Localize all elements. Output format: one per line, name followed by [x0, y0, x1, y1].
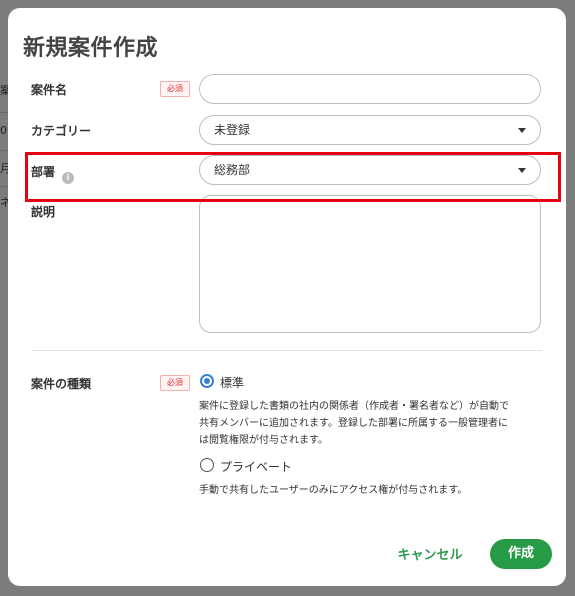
caret-down-icon — [518, 128, 526, 133]
radio-standard-label[interactable]: 標準 — [220, 374, 244, 391]
standard-description-line: 共有メンバーに追加されます。登録した部署に所属する一般管理者に — [199, 418, 508, 429]
section-divider — [31, 350, 542, 351]
radio-private[interactable] — [200, 458, 214, 472]
case-type-label: 案件の種類 — [31, 377, 92, 391]
cancel-button[interactable]: キャンセル — [390, 542, 470, 570]
category-label: カテゴリー — [31, 124, 92, 138]
dialog-title: 新規案件作成 — [23, 36, 159, 61]
background-text-fragment: ネ — [0, 196, 8, 209]
create-case-dialog: 新規案件作成 案件名 必須 カテゴリー 未登録 部署 i 総務部 説明 案件の種… — [8, 8, 566, 586]
description-textarea[interactable] — [199, 195, 541, 333]
radio-private-label[interactable]: プライベート — [220, 458, 292, 475]
radio-standard[interactable] — [200, 374, 214, 388]
create-button[interactable]: 作成 — [490, 539, 552, 569]
private-description-line: 手動で共有したユーザーのみにアクセス権が付与されます。 — [199, 485, 468, 496]
category-selected-value: 未登録 — [214, 123, 251, 137]
case-name-input[interactable] — [199, 74, 541, 104]
standard-description-line: は閲覧権限が付与されます。 — [199, 435, 328, 446]
category-select[interactable]: 未登録 — [199, 115, 541, 145]
background-text-fragment: 月 — [0, 162, 8, 175]
required-badge: 必須 — [160, 375, 190, 391]
department-highlight-box — [25, 152, 561, 202]
required-badge: 必須 — [160, 81, 190, 97]
case-name-label: 案件名 — [31, 83, 68, 97]
standard-description-line: 案件に登録した書類の社内の関係者（作成者・署名者など）が自動で — [199, 401, 509, 412]
background-text-fragment: 0 — [0, 124, 7, 137]
description-label: 説明 — [31, 205, 56, 219]
background-text-fragment: 案 — [0, 84, 8, 97]
